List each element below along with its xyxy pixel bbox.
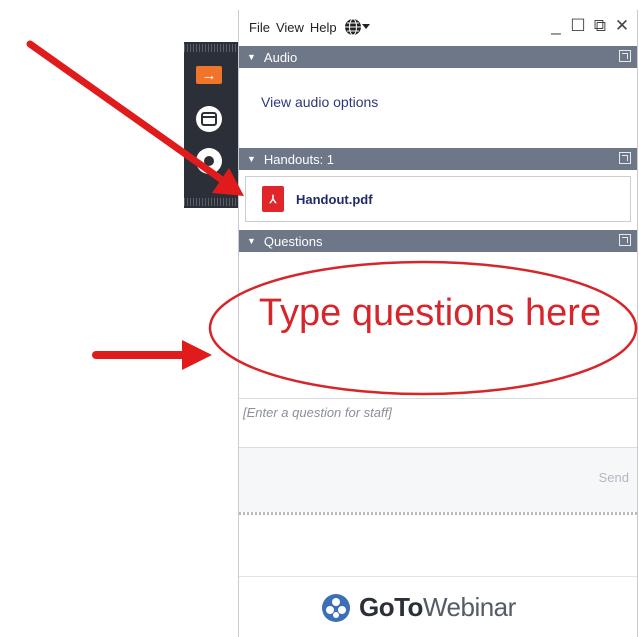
send-area: Send bbox=[239, 448, 637, 512]
gotowebinar-logo-icon bbox=[322, 593, 350, 622]
question-input-field[interactable]: [Enter a question for staff] bbox=[239, 398, 637, 448]
restore-icon[interactable]: ⧉ bbox=[591, 16, 609, 36]
maximize-icon[interactable]: ☐ bbox=[569, 16, 587, 36]
collapse-triangle-icon: ▼ bbox=[247, 236, 256, 246]
screen-icon bbox=[196, 106, 222, 132]
audio-header-label: Audio bbox=[263, 49, 298, 65]
questions-header-label: Questions bbox=[263, 233, 323, 249]
handouts-header-label: Handouts: 1 bbox=[263, 151, 335, 167]
popout-icon[interactable] bbox=[619, 152, 631, 164]
hand-raise-button[interactable] bbox=[194, 146, 224, 176]
minimize-icon[interactable]: _ bbox=[547, 16, 565, 36]
dropdown-arrow-icon bbox=[361, 24, 370, 29]
language-menu[interactable] bbox=[344, 18, 370, 36]
window-controls: _ ☐ ⧉ ✕ bbox=[547, 16, 631, 36]
questions-section-header[interactable]: ▼ Questions bbox=[239, 230, 637, 252]
handout-filename[interactable]: Handout.pdf bbox=[296, 192, 373, 207]
pdf-icon: ⅄ bbox=[262, 186, 284, 212]
popout-icon[interactable] bbox=[619, 234, 631, 246]
menu-view[interactable]: View bbox=[276, 20, 304, 35]
collapse-panel-button[interactable]: → bbox=[194, 60, 224, 90]
horizontal-arrowhead bbox=[182, 340, 212, 370]
view-audio-options-link[interactable]: View audio options bbox=[261, 94, 378, 110]
footer-divider bbox=[239, 576, 637, 577]
screen-button[interactable] bbox=[194, 104, 224, 134]
grab-handle-bottom[interactable] bbox=[184, 198, 238, 206]
collapse-triangle-icon: ▼ bbox=[247, 52, 256, 62]
handouts-section-header[interactable]: ▼ Handouts: 1 bbox=[239, 148, 637, 170]
menu-file[interactable]: File bbox=[249, 20, 270, 35]
handout-item[interactable]: ⅄ Handout.pdf bbox=[245, 176, 631, 222]
grab-handle[interactable] bbox=[184, 44, 238, 52]
globe-icon bbox=[344, 18, 361, 36]
menu-bar: File View Help _ ☐ ⧉ ✕ bbox=[239, 10, 637, 44]
collapse-triangle-icon: ▼ bbox=[247, 154, 256, 164]
audio-section-header[interactable]: ▼ Audio bbox=[239, 46, 637, 68]
close-icon[interactable]: ✕ bbox=[613, 16, 631, 36]
send-button[interactable]: Send bbox=[599, 470, 629, 485]
gotowebinar-logo: GoToWebinar bbox=[321, 592, 516, 623]
callout-text: Type questions here bbox=[258, 292, 602, 334]
control-panel-strip: → bbox=[184, 42, 238, 208]
brand-name: GoToWebinar bbox=[359, 592, 516, 622]
menu-help[interactable]: Help bbox=[310, 20, 337, 35]
resize-divider[interactable] bbox=[239, 512, 637, 515]
hand-icon bbox=[196, 148, 222, 174]
popout-icon[interactable] bbox=[619, 50, 631, 62]
arrow-right-icon: → bbox=[196, 66, 222, 84]
